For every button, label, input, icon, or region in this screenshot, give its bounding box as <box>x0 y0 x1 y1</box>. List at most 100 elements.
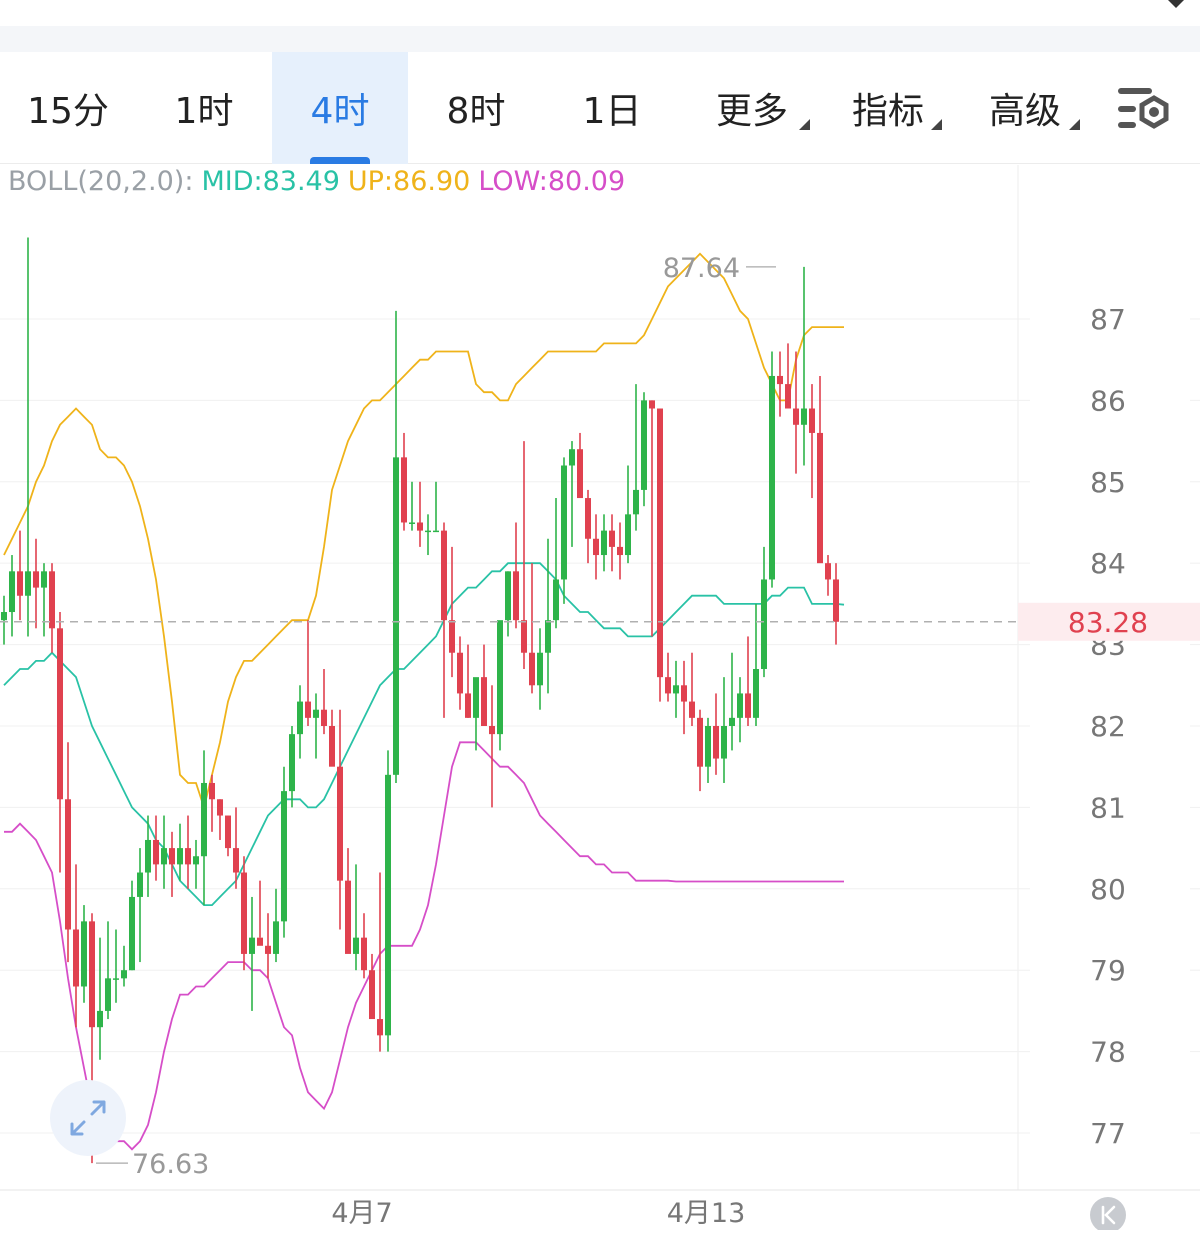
candle-body <box>193 856 199 865</box>
candle-body <box>633 489 639 515</box>
candle-body <box>177 848 183 865</box>
candle-body <box>41 571 47 588</box>
candle-body <box>513 571 519 621</box>
y-tick-label: 84 <box>1090 547 1126 580</box>
candle-body <box>345 880 351 954</box>
candle-body <box>305 701 311 718</box>
candle-body <box>201 782 207 857</box>
candle-body <box>497 620 503 735</box>
candle-body <box>25 571 31 596</box>
y-tick-label: 86 <box>1090 384 1126 417</box>
candle-body <box>289 734 295 792</box>
candle-body <box>225 815 231 849</box>
candle-body <box>241 872 247 954</box>
candle-body <box>185 848 191 865</box>
candle-body <box>585 498 591 539</box>
candle-body <box>713 725 719 759</box>
candle-body <box>369 970 375 1020</box>
high-marker-label: 87.64 <box>663 253 740 284</box>
candle-body <box>681 685 687 702</box>
candle-body <box>169 848 175 865</box>
candle-body <box>745 693 751 718</box>
candle-body <box>825 563 831 580</box>
candle-body <box>697 717 703 767</box>
candle-body <box>273 921 279 954</box>
last-price-label: 83.28 <box>1068 606 1148 639</box>
candle-body <box>689 701 695 718</box>
candle-body <box>641 400 647 490</box>
candle-body <box>97 1010 103 1028</box>
candle-body <box>145 839 151 873</box>
candle-body <box>433 530 439 533</box>
candle-body <box>529 652 535 686</box>
candle-body <box>89 921 95 1028</box>
y-tick-label: 77 <box>1090 1117 1126 1150</box>
candle-body <box>33 571 39 588</box>
candle-body <box>233 848 239 873</box>
candle-body <box>161 848 167 865</box>
candle-body <box>705 725 711 767</box>
candle-body <box>265 945 271 954</box>
collapse-button[interactable] <box>1090 1197 1126 1233</box>
candle-body <box>385 774 391 1036</box>
candle-body <box>113 978 119 980</box>
candle-body <box>313 709 319 718</box>
y-tick-label: 85 <box>1090 466 1126 499</box>
x-tick-label: 4月13 <box>667 1198 746 1229</box>
candle-body <box>209 782 215 800</box>
bottom-bar <box>0 1230 1200 1241</box>
candle-body <box>425 530 431 533</box>
candle-body <box>673 685 679 694</box>
candle-body <box>353 937 359 954</box>
candle-body <box>105 978 111 1011</box>
candle-body <box>601 530 607 556</box>
candle-body <box>753 669 759 718</box>
candlestick-chart[interactable]: 878685848382818079787783.2887.6476.634月7… <box>0 0 1200 1241</box>
candle-body <box>1 612 7 621</box>
candle-body <box>321 709 327 726</box>
candle-body <box>721 725 727 759</box>
candle-body <box>297 701 303 735</box>
boll-upper-line <box>3 252 844 811</box>
candle-body <box>73 929 79 987</box>
candle-body <box>449 620 455 653</box>
candle-body <box>329 725 335 767</box>
y-tick-label: 82 <box>1090 710 1126 743</box>
fullscreen-button[interactable] <box>50 1080 126 1156</box>
y-tick-label: 87 <box>1090 303 1126 336</box>
candle-body <box>521 620 527 653</box>
candle-body <box>569 449 575 466</box>
candle-body <box>505 571 511 621</box>
candle-body <box>129 896 135 971</box>
candle-body <box>249 937 255 954</box>
candle-body <box>441 530 447 621</box>
candle-body <box>553 579 559 621</box>
candle-body <box>153 839 159 865</box>
candle-body <box>401 457 407 523</box>
y-tick-label: 79 <box>1090 954 1126 987</box>
candle-body <box>625 514 631 556</box>
candle-body <box>377 1019 383 1036</box>
candle-body <box>457 652 463 694</box>
candle-body <box>777 375 783 385</box>
candle-body <box>393 457 399 775</box>
candle-body <box>561 465 567 580</box>
candle-body <box>649 400 655 409</box>
candle-body <box>281 791 287 922</box>
x-tick-label: 4月7 <box>331 1198 392 1229</box>
candle-body <box>737 693 743 718</box>
candle-body <box>121 970 127 979</box>
candle-body <box>17 571 23 596</box>
candle-body <box>609 530 615 547</box>
candle-body <box>257 937 263 946</box>
candle-body <box>617 546 623 556</box>
candle-body <box>417 522 423 531</box>
candle-body <box>817 432 823 564</box>
candle-body <box>473 677 479 718</box>
y-tick-label: 80 <box>1090 873 1126 906</box>
candle-body <box>833 579 839 622</box>
candle-body <box>337 766 343 881</box>
candle-body <box>217 799 223 816</box>
candle-body <box>481 677 487 726</box>
candle-body <box>769 375 775 580</box>
